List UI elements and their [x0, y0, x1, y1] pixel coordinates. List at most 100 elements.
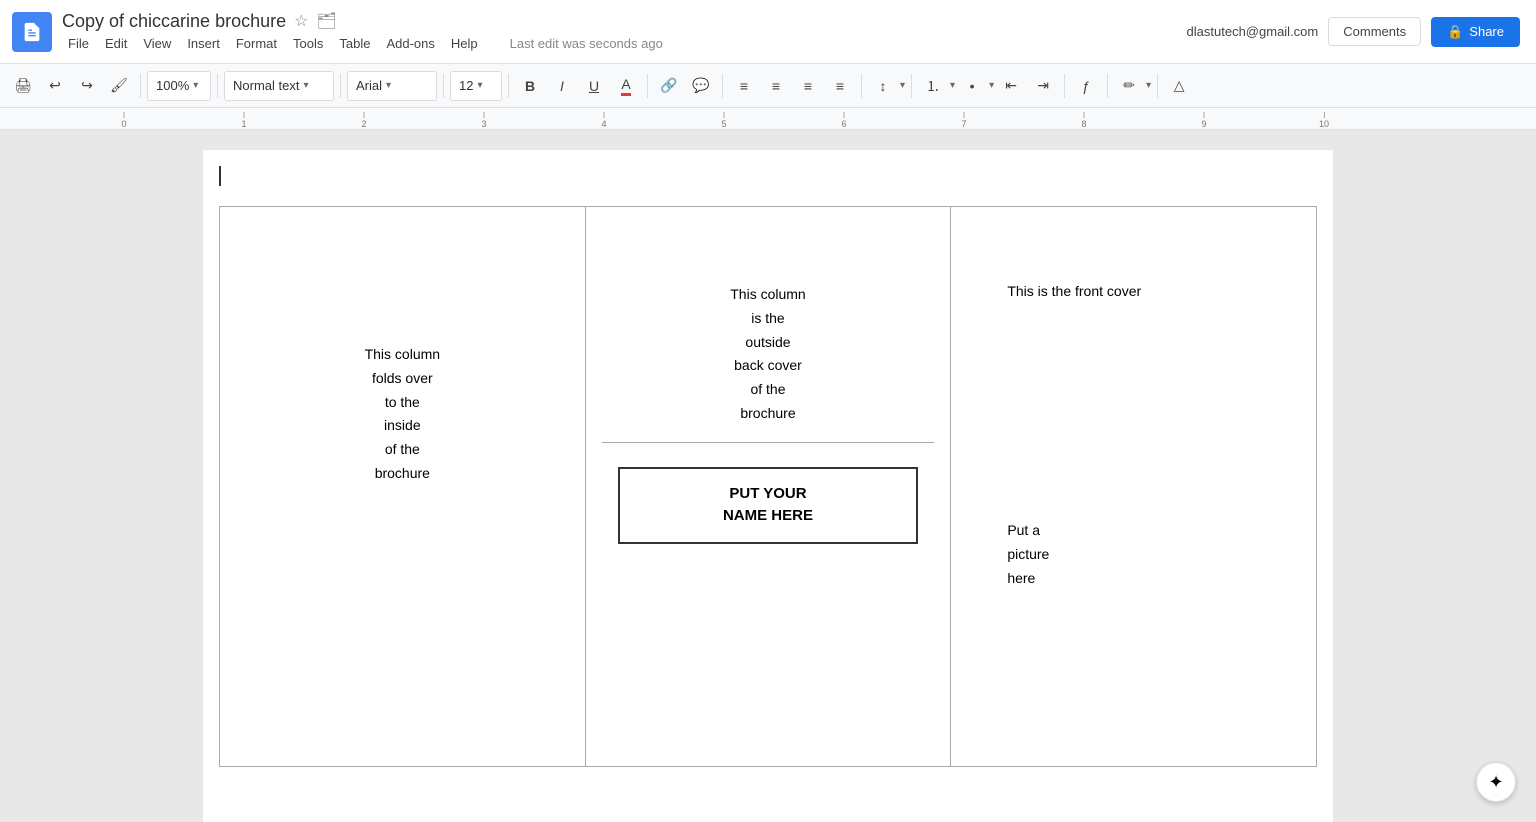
folder-icon[interactable]: 🗂	[316, 11, 336, 31]
print-button[interactable]: 🖨	[8, 71, 38, 101]
numbered-list-arrow: ▾	[950, 80, 955, 91]
ruler-mark-8: 8	[1081, 112, 1086, 129]
col3-title: This is the front cover	[1007, 283, 1300, 299]
brochure-col-3[interactable]: This is the front cover Put apicturehere	[951, 207, 1317, 767]
font-arrow: ▾	[386, 80, 391, 91]
share-button[interactable]: 🔒 Share	[1431, 17, 1520, 47]
ruler-mark-5: 5	[721, 112, 726, 129]
style-dropdown[interactable]: Normal text ▾	[224, 71, 334, 101]
menu-insert[interactable]: Insert	[181, 34, 226, 53]
brochure-col-2[interactable]: This columnis theoutsideback coverof the…	[585, 207, 951, 767]
app-icon	[12, 12, 52, 52]
divider-8	[861, 74, 862, 98]
lock-icon: 🔒	[1447, 24, 1463, 40]
menu-edit[interactable]: Edit	[99, 34, 133, 53]
bold-button[interactable]: B	[515, 71, 545, 101]
divider-6	[647, 74, 648, 98]
align-left-button[interactable]: ≡	[729, 71, 759, 101]
toolbar: 🖨 ↩ ↪ 🖌 100% ▾ Normal text ▾ Arial ▾ 12 …	[0, 64, 1536, 108]
col2-separator	[602, 442, 935, 443]
menu-view[interactable]: View	[137, 34, 177, 53]
ai-assistant-button[interactable]: ✦	[1476, 762, 1516, 802]
align-justify-button[interactable]: ≡	[825, 71, 855, 101]
ruler-inner: 0 1 2 3 4 5 6 7 8 9 10	[64, 108, 1536, 129]
numbered-list-button[interactable]: ⒈	[918, 71, 948, 101]
undo-button[interactable]: ↩	[40, 71, 70, 101]
bullet-list-button[interactable]: •	[957, 71, 987, 101]
divider-1	[140, 74, 141, 98]
menu-table[interactable]: Table	[333, 34, 376, 53]
collapse-toolbar-button[interactable]: △	[1164, 71, 1194, 101]
page: This columnfolds overto theinsideof theb…	[203, 150, 1333, 822]
ruler-mark-3: 3	[481, 112, 486, 129]
col2-name-text: PUT YOURNAME HERE	[640, 483, 895, 528]
underline-button[interactable]: U	[579, 71, 609, 101]
bullet-list-arrow: ▾	[989, 80, 994, 91]
ruler-mark-2: 2	[361, 112, 366, 129]
ruler-mark-4: 4	[601, 112, 606, 129]
brochure-table: This columnfolds overto theinsideof theb…	[219, 206, 1317, 767]
col3-picture: Put apicturehere	[1007, 519, 1300, 590]
menu-tools[interactable]: Tools	[287, 34, 329, 53]
zoom-arrow: ▾	[193, 80, 198, 91]
menu-format[interactable]: Format	[230, 34, 283, 53]
last-edit-status: Last edit was seconds ago	[504, 34, 669, 53]
share-label: Share	[1469, 24, 1504, 39]
line-spacing-button[interactable]: ↕	[868, 71, 898, 101]
italic-button[interactable]: I	[547, 71, 577, 101]
size-value: 12	[459, 78, 473, 93]
ruler-mark-1: 1	[241, 112, 246, 129]
brochure-col-1[interactable]: This columnfolds overto theinsideof theb…	[220, 207, 586, 767]
redo-button[interactable]: ↪	[72, 71, 102, 101]
col1-text: This columnfolds overto theinsideof theb…	[236, 343, 569, 486]
doc-title[interactable]: Copy of chiccarine brochure	[62, 11, 286, 32]
link-button[interactable]: 🔗	[654, 71, 684, 101]
cursor-line	[219, 166, 221, 186]
formula-button[interactable]: ƒ	[1071, 71, 1101, 101]
ruler-mark-0: 0	[121, 112, 126, 129]
user-email[interactable]: dlastutech@gmail.com	[1187, 24, 1319, 39]
divider-11	[1107, 74, 1108, 98]
menu-addons[interactable]: Add-ons	[380, 34, 440, 53]
align-right-button[interactable]: ≡	[793, 71, 823, 101]
menu-help[interactable]: Help	[445, 34, 484, 53]
divider-5	[508, 74, 509, 98]
top-bar: Copy of chiccarine brochure ☆ 🗂 File Edi…	[0, 0, 1536, 64]
increase-indent-button[interactable]: ⇥	[1028, 71, 1058, 101]
comments-button[interactable]: Comments	[1328, 17, 1421, 46]
ruler-mark-6: 6	[841, 112, 846, 129]
col2-name-box[interactable]: PUT YOURNAME HERE	[618, 467, 917, 544]
divider-10	[1064, 74, 1065, 98]
line-spacing-arrow: ▾	[900, 80, 905, 91]
ruler: 0 1 2 3 4 5 6 7 8 9 10	[0, 108, 1536, 130]
divider-4	[443, 74, 444, 98]
top-right-actions: dlastutech@gmail.com Comments 🔒 Share	[1187, 17, 1520, 47]
style-value: Normal text	[233, 78, 299, 93]
draw-button[interactable]: ✏	[1114, 71, 1144, 101]
divider-12	[1157, 74, 1158, 98]
font-dropdown[interactable]: Arial ▾	[347, 71, 437, 101]
size-arrow: ▾	[477, 80, 482, 91]
star-icon[interactable]: ☆	[294, 11, 308, 31]
divider-9	[911, 74, 912, 98]
comment-inline-button[interactable]: 💬	[686, 71, 716, 101]
paint-format-button[interactable]: 🖌	[104, 71, 134, 101]
divider-2	[217, 74, 218, 98]
zoom-dropdown[interactable]: 100% ▾	[147, 71, 211, 101]
brochure-row: This columnfolds overto theinsideof theb…	[220, 207, 1317, 767]
ruler-mark-10: 10	[1319, 112, 1329, 129]
font-value: Arial	[356, 78, 382, 93]
col2-top-text: This columnis theoutsideback coverof the…	[602, 283, 935, 426]
decrease-indent-button[interactable]: ⇤	[996, 71, 1026, 101]
zoom-value: 100%	[156, 78, 189, 93]
size-dropdown[interactable]: 12 ▾	[450, 71, 502, 101]
text-color-button[interactable]: A	[611, 71, 641, 101]
align-center-button[interactable]: ≡	[761, 71, 791, 101]
ruler-mark-7: 7	[961, 112, 966, 129]
text-color-indicator: A	[621, 76, 630, 96]
menu-file[interactable]: File	[62, 34, 95, 53]
style-arrow: ▾	[303, 80, 308, 91]
document-area[interactable]: This columnfolds overto theinsideof theb…	[0, 130, 1536, 822]
ruler-mark-9: 9	[1201, 112, 1206, 129]
divider-7	[722, 74, 723, 98]
